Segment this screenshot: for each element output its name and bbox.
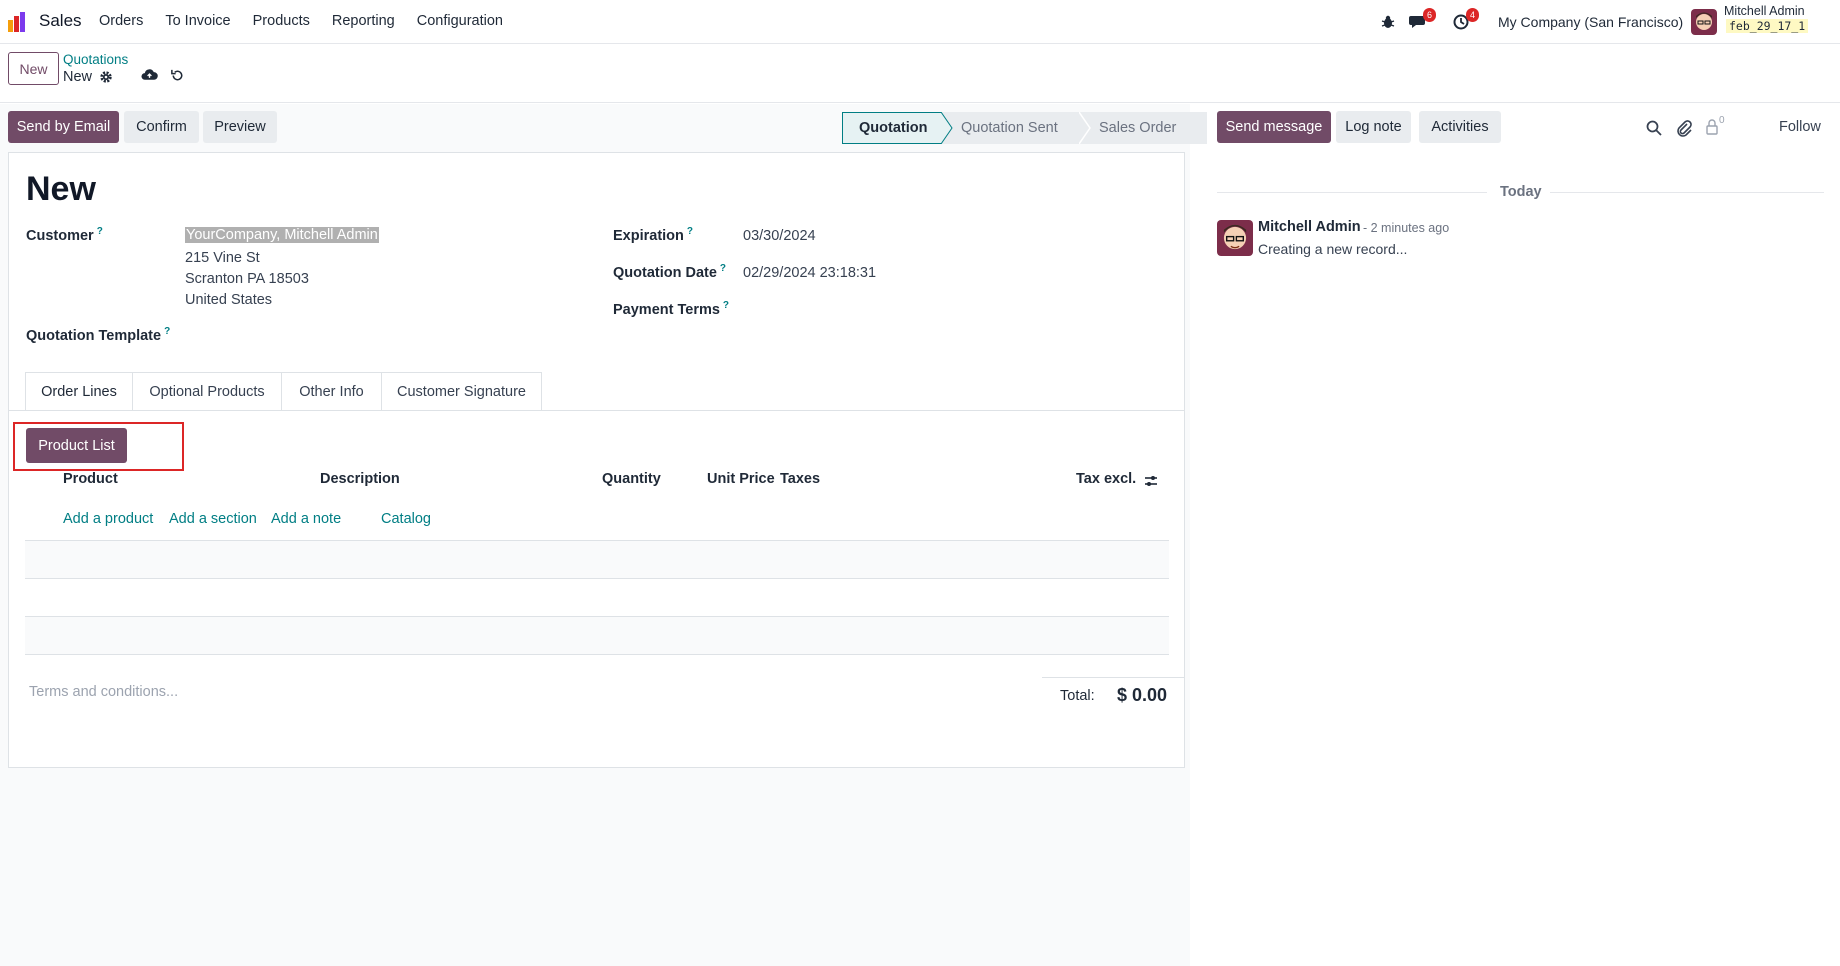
followers-button[interactable]: 0 (1705, 115, 1725, 139)
notebook-tabs: Order Lines Optional Products Other Info… (25, 372, 542, 411)
status-bar: Quotation Quotation Sent Sales Order (842, 112, 1207, 144)
top-navbar: Sales Orders To Invoice Products Reporti… (0, 0, 1840, 44)
message-time: - 2 minutes ago (1363, 221, 1450, 235)
table-row-divider (25, 654, 1169, 655)
new-record-button[interactable]: New (8, 52, 59, 85)
activities-button[interactable]: 4 (1453, 8, 1480, 31)
lock-icon (1706, 119, 1718, 135)
follow-button[interactable]: Follow (1779, 119, 1821, 135)
expiration-field[interactable]: 03/30/2024 (743, 228, 816, 244)
total-label: Total: (1060, 688, 1095, 704)
user-name[interactable]: Mitchell Admin (1724, 4, 1805, 18)
quotation-date-field[interactable]: 02/29/2024 23:18:31 (743, 265, 876, 281)
sales-app-icon[interactable] (6, 10, 30, 34)
expiration-help-icon[interactable]: ? (687, 226, 693, 237)
table-row-divider (25, 578, 1169, 579)
paperclip-icon[interactable] (1675, 119, 1693, 137)
message-author[interactable]: Mitchell Admin (1258, 219, 1361, 235)
main-menu: Orders To Invoice Products Reporting Con… (99, 13, 525, 29)
tab-optional-products[interactable]: Optional Products (133, 372, 282, 411)
status-quotation-label: Quotation (859, 120, 928, 136)
gear-icon[interactable] (99, 70, 113, 84)
quotation-date-help-icon[interactable]: ? (720, 263, 726, 274)
menu-orders[interactable]: Orders (99, 13, 143, 29)
search-icon[interactable] (1645, 119, 1663, 137)
menu-reporting[interactable]: Reporting (332, 13, 395, 29)
quotation-template-label: Quotation Template? (26, 326, 171, 344)
message-author-avatar[interactable] (1217, 220, 1253, 256)
total-amount: $ 0.00 (1117, 685, 1168, 705)
catalog-link[interactable]: Catalog (381, 511, 431, 527)
form-sheet: New Customer? YourCompany, Mitchell Admi… (8, 152, 1185, 768)
debug-bug-icon[interactable] (1380, 13, 1396, 31)
messages-badge: 6 (1423, 8, 1437, 22)
message-body: Creating a new record... (1258, 241, 1408, 257)
payment-terms-label: Payment Terms? (613, 300, 730, 318)
customer-field[interactable]: YourCompany, Mitchell Admin (185, 227, 379, 243)
status-quotation-sent-label: Quotation Sent (961, 120, 1058, 136)
activities-button-chatter[interactable]: Activities (1419, 111, 1501, 143)
user-avatar[interactable] (1691, 9, 1717, 35)
template-help-icon[interactable]: ? (164, 326, 170, 337)
menu-products[interactable]: Products (253, 13, 310, 29)
breadcrumb-quotations[interactable]: Quotations (63, 52, 128, 67)
date-separator-right (1550, 192, 1824, 193)
date-separator-today: Today (1500, 184, 1542, 200)
status-sales-order-label: Sales Order (1099, 120, 1177, 136)
log-note-button[interactable]: Log note (1336, 111, 1411, 143)
column-taxes[interactable]: Taxes (780, 471, 820, 487)
quotation-date-label: Quotation Date? (613, 263, 727, 281)
status-arrow-1 (941, 112, 953, 144)
add-product-link[interactable]: Add a product (63, 511, 153, 527)
column-tax-excl[interactable]: Tax excl. (1076, 471, 1136, 487)
discard-undo-icon[interactable] (170, 68, 185, 83)
status-sales-order[interactable]: Sales Order (1091, 112, 1207, 144)
app-name[interactable]: Sales (39, 11, 82, 31)
terms-conditions-input[interactable]: Terms and conditions... (29, 684, 178, 700)
status-arrow-2 (1079, 112, 1091, 144)
add-section-link[interactable]: Add a section (169, 511, 257, 527)
record-title: New (26, 170, 96, 208)
activities-badge: 4 (1466, 8, 1480, 22)
preview-button[interactable]: Preview (203, 111, 277, 143)
tabs-divider (9, 410, 1185, 411)
date-separator-left (1217, 192, 1487, 193)
column-unit-price[interactable]: Unit Price (707, 471, 775, 487)
send-message-button[interactable]: Send message (1217, 111, 1331, 143)
status-quotation-sent[interactable]: Quotation Sent (953, 112, 1079, 144)
tab-customer-signature[interactable]: Customer Signature (382, 372, 542, 411)
breadcrumb-current: New (63, 69, 93, 85)
control-panel: New Quotations New (0, 45, 1840, 103)
tab-order-lines[interactable]: Order Lines (25, 372, 133, 411)
table-row-empty (25, 617, 1169, 654)
messages-button[interactable]: 6 (1409, 8, 1437, 31)
add-note-link[interactable]: Add a note (271, 511, 341, 527)
database-name: feb_29_17_1 (1726, 19, 1809, 33)
menu-configuration[interactable]: Configuration (417, 13, 503, 29)
table-row-empty (25, 541, 1169, 578)
tab-other-info[interactable]: Other Info (282, 372, 382, 411)
customer-name: YourCompany, Mitchell Admin (185, 227, 379, 243)
status-quotation[interactable]: Quotation (842, 112, 941, 144)
total-divider (1042, 677, 1185, 678)
company-switcher[interactable]: My Company (San Francisco) (1498, 14, 1683, 30)
customer-address-line2: Scranton PA 18503 (185, 271, 309, 287)
customer-address-line3: United States (185, 292, 273, 308)
product-list-button[interactable]: Product List (26, 428, 127, 463)
followers-count: 0 (1719, 115, 1725, 126)
customer-address-line1: 215 Vine St (185, 250, 260, 266)
expiration-label: Expiration? (613, 226, 694, 244)
payment-terms-help-icon[interactable]: ? (723, 300, 729, 311)
customer-label: Customer? (26, 226, 103, 244)
column-product[interactable]: Product (63, 471, 118, 487)
menu-to-invoice[interactable]: To Invoice (165, 13, 230, 29)
column-description[interactable]: Description (320, 471, 400, 487)
customer-help-icon[interactable]: ? (97, 226, 103, 237)
column-quantity[interactable]: Quantity (602, 471, 661, 487)
send-by-email-button[interactable]: Send by Email (8, 111, 119, 143)
confirm-button[interactable]: Confirm (124, 111, 199, 143)
save-cloud-icon[interactable] (141, 68, 158, 82)
optional-columns-icon[interactable] (1143, 473, 1159, 489)
